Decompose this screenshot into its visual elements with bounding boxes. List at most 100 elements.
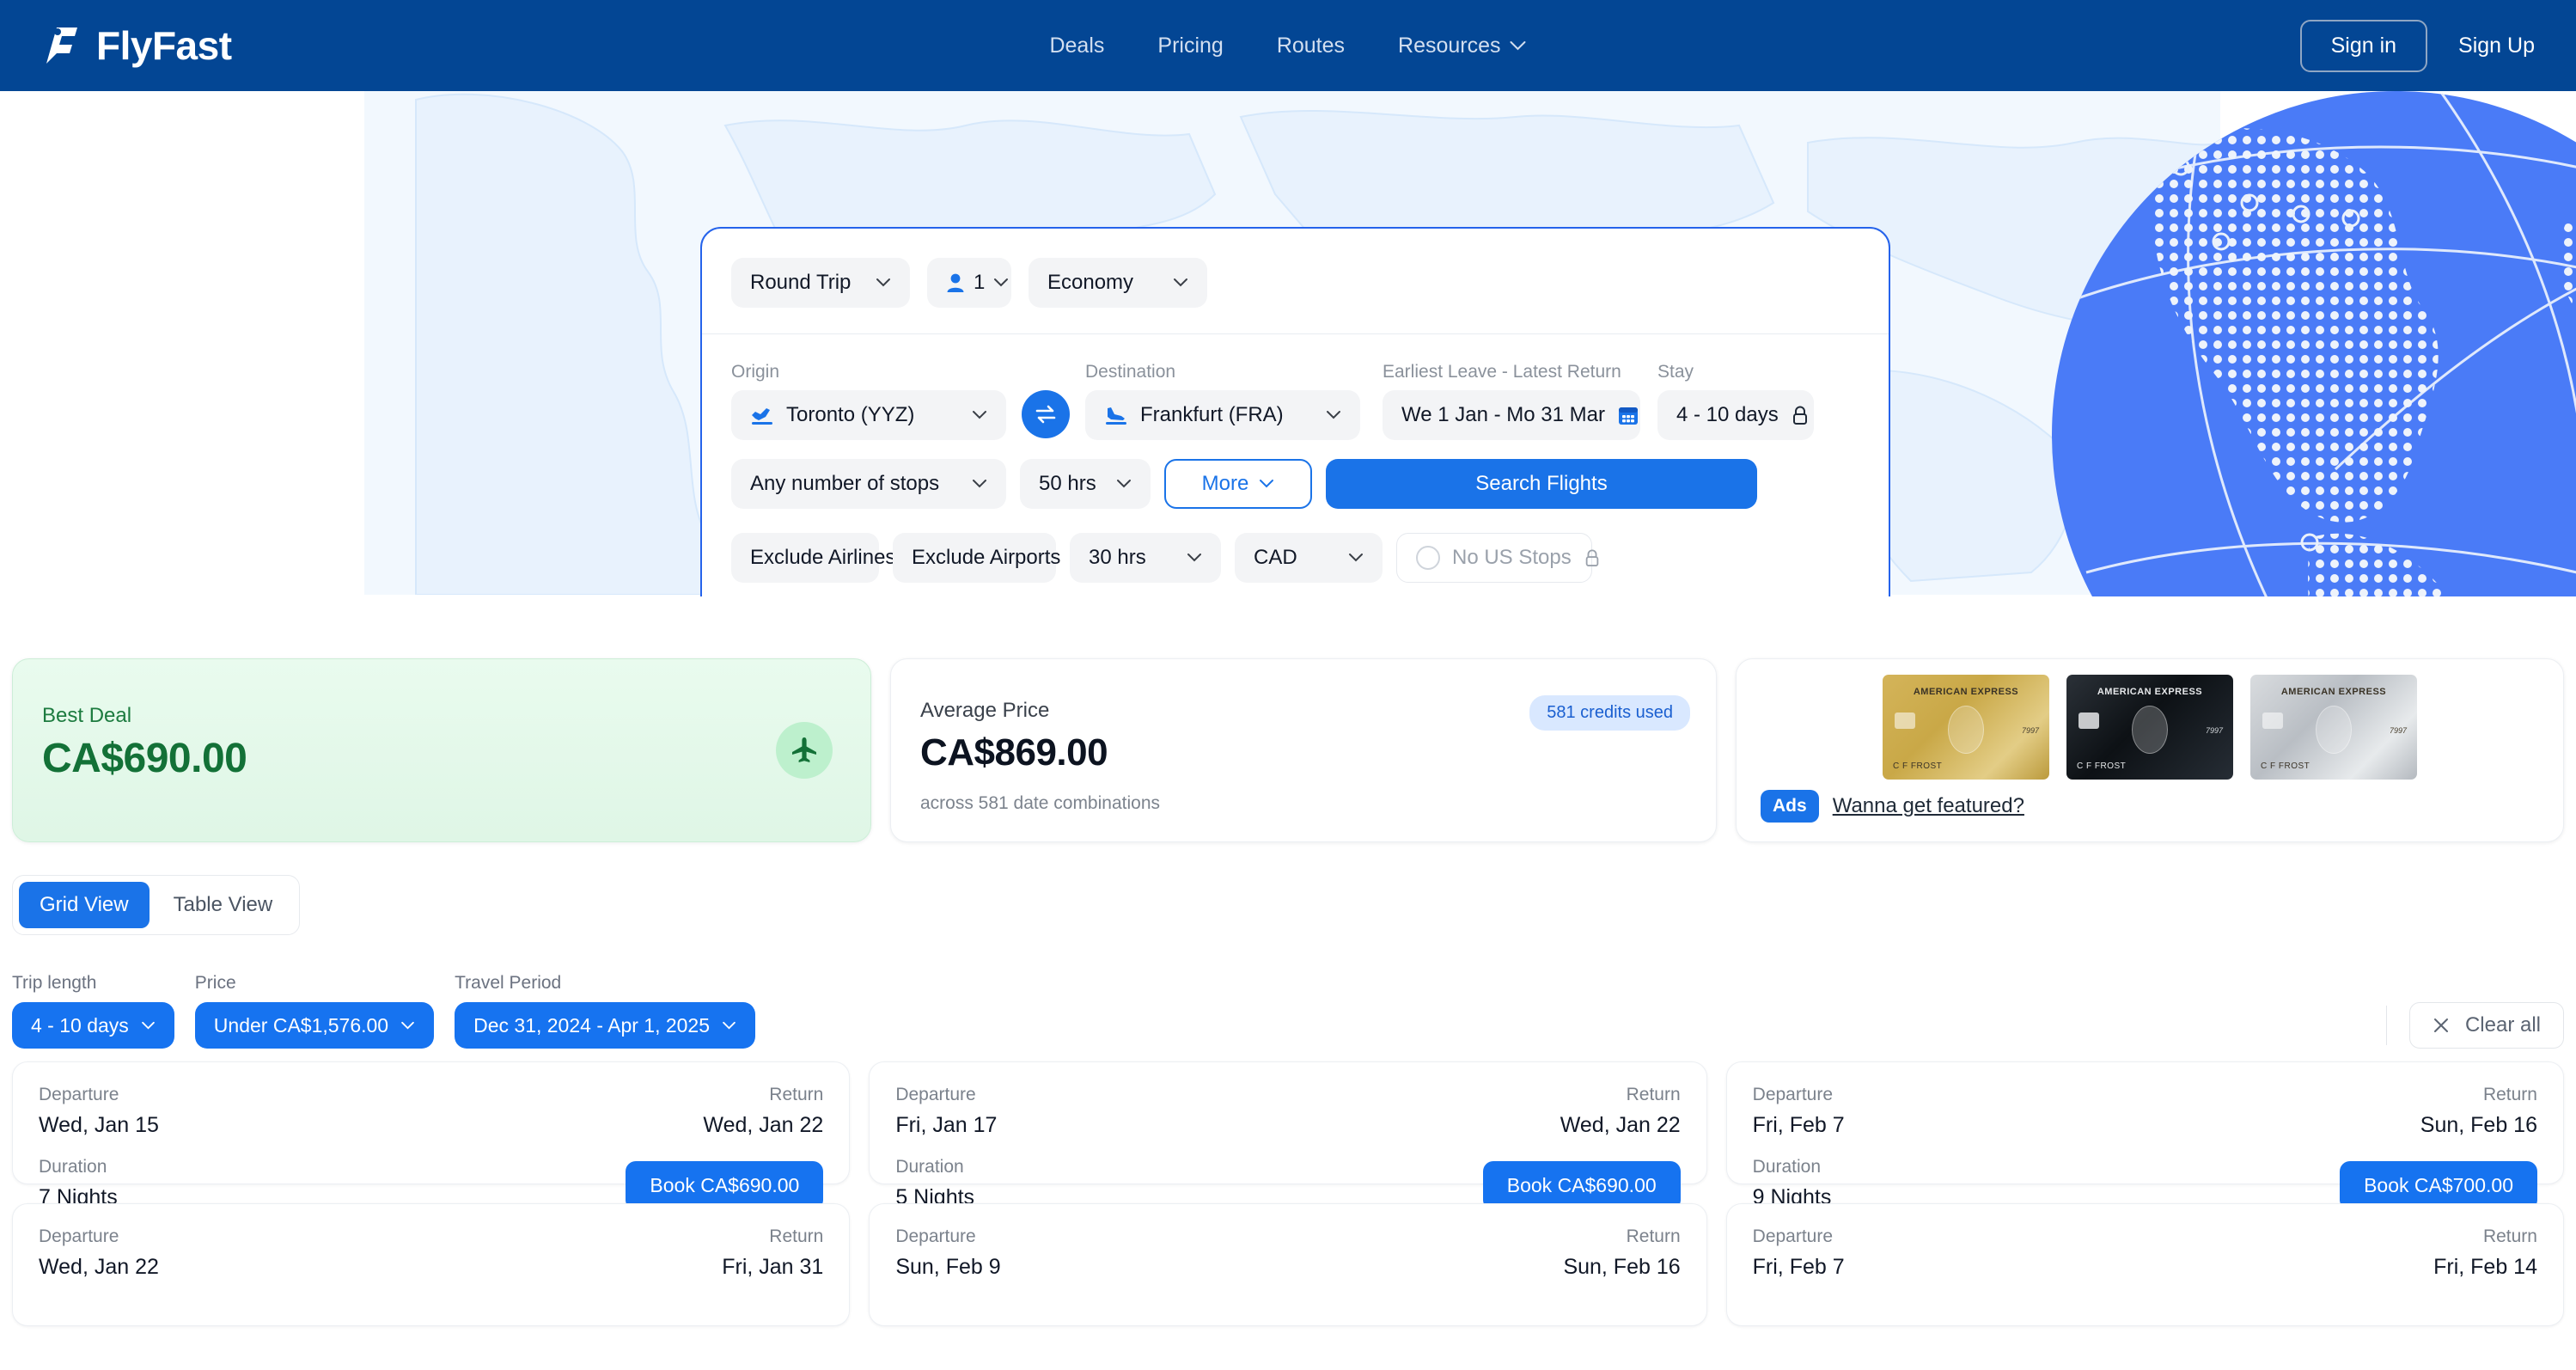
travel-period-select[interactable]: Dec 31, 2024 - Apr 1, 2025: [455, 1002, 756, 1049]
stay-select[interactable]: 4 - 10 days: [1657, 390, 1814, 440]
return-label: Return: [769, 1085, 824, 1104]
origin-value: Toronto (YYZ): [786, 403, 915, 426]
layover-duration-select[interactable]: 30 hrs: [1070, 533, 1221, 583]
clear-all-button[interactable]: Clear all: [2408, 1002, 2564, 1049]
best-deal-card: Best Deal CA$690.00: [12, 658, 871, 842]
travel-period-filter: Travel Period Dec 31, 2024 - Apr 1, 2025: [455, 973, 756, 1049]
chip-icon: [1895, 713, 1915, 729]
lock-icon: [1584, 548, 1601, 567]
origin-select[interactable]: Toronto (YYZ): [731, 390, 1006, 440]
return-date: Sun, Feb 16: [2420, 1113, 2537, 1137]
nav-link-pricing[interactable]: Pricing: [1157, 34, 1223, 58]
departure-label: Departure: [1752, 1226, 1834, 1246]
trip-length-select[interactable]: 4 - 10 days: [12, 1002, 174, 1049]
tab-grid-view[interactable]: Grid View: [19, 882, 150, 928]
chevron-down-icon: [1187, 553, 1202, 563]
result-card[interactable]: Departure Fri, Feb 7 Return Sun, Feb 16 …: [1725, 1061, 2564, 1210]
more-filters-button[interactable]: More: [1164, 459, 1312, 509]
chevron-down-icon: [1348, 553, 1364, 563]
return-date: Wed, Jan 22: [1560, 1113, 1681, 1137]
sign-in-button[interactable]: Sign in: [2299, 19, 2428, 72]
destination-select[interactable]: Frankfurt (FRA): [1085, 390, 1360, 440]
currency-select[interactable]: CAD: [1235, 533, 1383, 583]
no-us-stops-toggle[interactable]: No US Stops: [1396, 533, 1599, 583]
lock-icon: [1791, 405, 1810, 425]
return-label: Return: [1626, 1085, 1681, 1104]
dates-label: Earliest Leave - Latest Return: [1383, 362, 1621, 382]
tab-table-view[interactable]: Table View: [153, 882, 294, 928]
passengers-count: 1: [974, 271, 986, 294]
nav-links: Deals Pricing Routes Resources: [1049, 34, 1526, 58]
destination-value: Frankfurt (FRA): [1140, 403, 1284, 426]
brand-logo[interactable]: FlyFast: [34, 21, 232, 70]
credits-used-badge: 581 credits used: [1529, 695, 1690, 731]
centurion-head-icon: [1948, 706, 1984, 754]
departure-date: Wed, Jan 22: [39, 1255, 159, 1279]
destination-label: Destination: [1085, 362, 1176, 382]
chevron-down-icon: [1259, 479, 1274, 489]
departure-date: Wed, Jan 15: [39, 1113, 159, 1137]
flight-search-card: Round Trip 1 Economy Origin Toronto (YYZ…: [700, 227, 1890, 596]
result-card[interactable]: Departure Fri, Feb 7 Return Fri, Feb 14: [1725, 1203, 2564, 1326]
nav-link-deals[interactable]: Deals: [1049, 34, 1104, 58]
departure-label: Departure: [895, 1226, 976, 1246]
amex-black-number: 7997: [2205, 726, 2223, 735]
chevron-down-icon: [993, 278, 1009, 288]
travel-period-value: Dec 31, 2024 - Apr 1, 2025: [473, 1013, 711, 1037]
amex-platinum-number: 7997: [2389, 726, 2407, 735]
dates-select[interactable]: We 1 Jan - Mo 31 Mar: [1383, 390, 1640, 440]
search-flights-button[interactable]: Search Flights: [1326, 459, 1757, 509]
get-featured-link[interactable]: Wanna get featured?: [1833, 794, 2024, 818]
destination-field: Destination Frankfurt (FRA): [1085, 362, 1360, 440]
trip-type-select[interactable]: Round Trip: [731, 258, 910, 308]
result-card[interactable]: Departure Wed, Jan 22 Return Fri, Jan 31: [12, 1203, 851, 1326]
result-card[interactable]: Departure Sun, Feb 9 Return Sun, Feb 16: [869, 1203, 1707, 1326]
price-select[interactable]: Under CA$1,576.00: [194, 1002, 435, 1049]
departure-date: Sun, Feb 9: [895, 1255, 1001, 1279]
hero-section: Round Trip 1 Economy Origin Toronto (YYZ…: [0, 91, 2576, 596]
amex-black-brand: AMERICAN EXPRESS: [2097, 687, 2203, 697]
nav-link-resources-label: Resources: [1398, 33, 1501, 58]
chevron-down-icon: [1326, 410, 1341, 420]
toggle-switch-icon: [1416, 546, 1440, 570]
exclude-airports-label: Exclude Airports: [912, 546, 1061, 569]
trip-length-value: 4 - 10 days: [31, 1013, 129, 1037]
nav-link-routes[interactable]: Routes: [1277, 34, 1345, 58]
max-duration-value: 50 hrs: [1039, 472, 1096, 495]
dates-field: Earliest Leave - Latest Return We 1 Jan …: [1383, 362, 1640, 440]
exclude-airports-button[interactable]: Exclude Airports: [893, 533, 1088, 583]
search-constraints-row: Any number of stops 50 hrs More Search F…: [731, 459, 1859, 509]
globe-graphic: [2052, 91, 2576, 596]
stops-select[interactable]: Any number of stops: [731, 459, 1006, 509]
chevron-down-icon: [1173, 278, 1188, 288]
nav-link-resources[interactable]: Resources: [1398, 34, 1527, 58]
summary-cards-row: Best Deal CA$690.00 Average Price CA$869…: [0, 658, 2576, 842]
sign-up-button[interactable]: Sign Up: [2450, 21, 2543, 70]
amex-platinum-name: C F FROST: [2261, 761, 2310, 771]
price-filter: Price Under CA$1,576.00: [194, 973, 435, 1049]
centurion-head-icon: [2316, 706, 2352, 754]
duration-label: Duration: [1752, 1157, 1822, 1177]
chevron-down-icon: [400, 1021, 415, 1031]
centurion-head-icon: [2132, 706, 2168, 754]
chevron-down-icon: [972, 479, 987, 489]
cabin-class-select[interactable]: Economy: [1029, 258, 1207, 308]
chevron-down-icon: [1116, 479, 1132, 489]
chip-icon: [2262, 713, 2283, 729]
result-card[interactable]: Departure Fri, Jan 17 Return Wed, Jan 22…: [869, 1061, 1707, 1210]
return-label: Return: [2482, 1226, 2537, 1246]
result-card[interactable]: Departure Wed, Jan 15 Return Wed, Jan 22…: [12, 1061, 851, 1210]
max-duration-select[interactable]: 50 hrs: [1020, 459, 1151, 509]
close-x-icon: [2433, 1017, 2450, 1034]
swap-airports-button[interactable]: [1022, 390, 1070, 438]
price-label: Price: [194, 973, 236, 993]
departure-date: Fri, Jan 17: [895, 1113, 998, 1137]
return-date: Fri, Feb 14: [2433, 1255, 2537, 1279]
amex-platinum-card: AMERICAN EXPRESS 7997 C F FROST: [2250, 675, 2417, 780]
cabin-class-value: Economy: [1047, 271, 1134, 294]
passengers-select[interactable]: 1: [927, 258, 1011, 308]
exclude-airlines-button[interactable]: Exclude Airlines: [731, 533, 923, 583]
return-label: Return: [1626, 1226, 1681, 1246]
brand-name: FlyFast: [96, 23, 232, 68]
price-value: Under CA$1,576.00: [213, 1013, 389, 1037]
